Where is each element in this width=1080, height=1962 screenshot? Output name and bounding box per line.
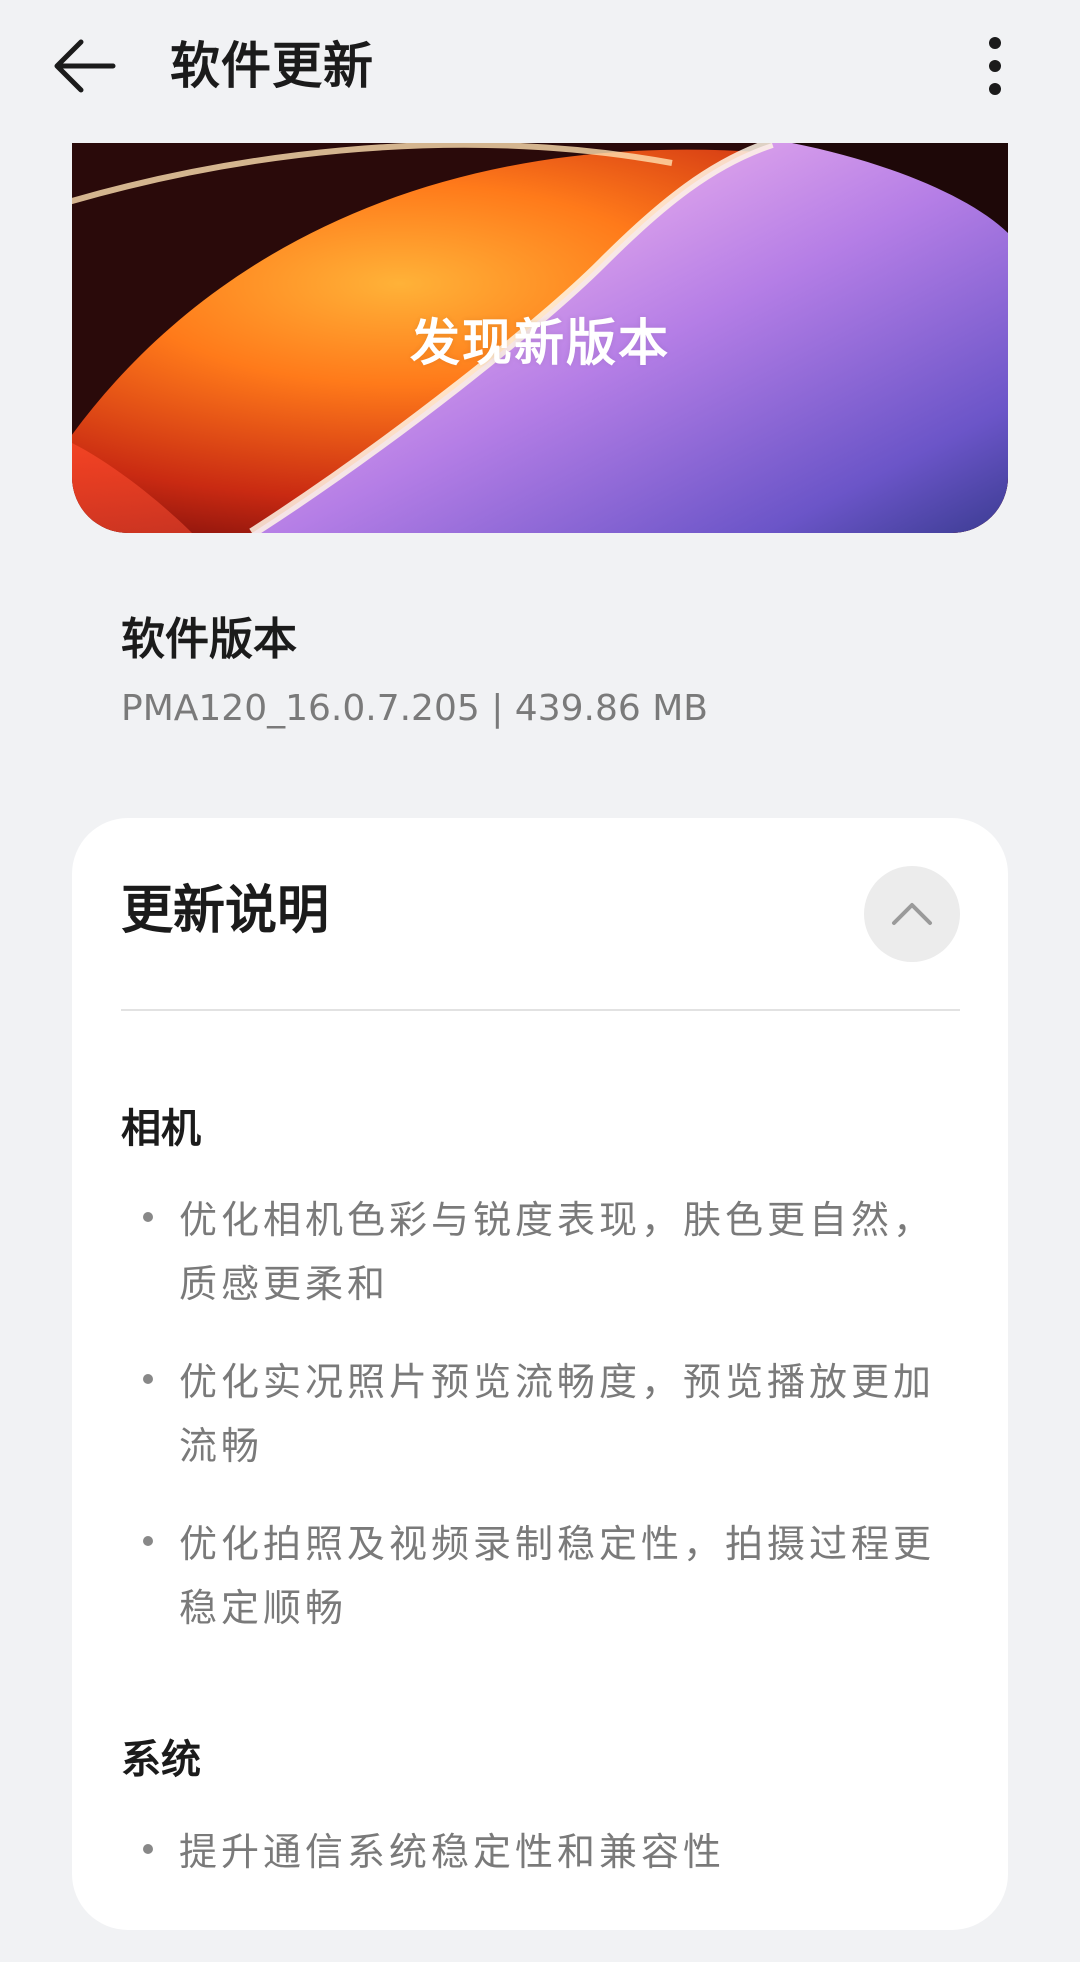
release-notes-title: 更新说明	[121, 881, 330, 941]
section-title-camera: 相机	[121, 1106, 201, 1152]
collapse-button[interactable]	[864, 866, 960, 962]
section-title-system: 系统	[121, 1737, 201, 1783]
chevron-up-icon	[892, 903, 932, 925]
new-version-banner: 发现新版本	[72, 143, 1008, 533]
list-item-text: 提升通信系统稳定性和兼容性	[179, 1830, 726, 1874]
bullet-dot	[143, 1844, 153, 1854]
more-options-button[interactable]	[970, 30, 1020, 102]
list-item-text: 优化实况照片预览流畅度，预览播放更加流畅	[179, 1360, 936, 1468]
software-version-value: PMA120_16.0.7.205 | 439.86 MB	[121, 688, 708, 729]
list-item-text: 优化相机色彩与锐度表现，肤色更自然，质感更柔和	[179, 1198, 936, 1306]
app-bar: 软件更新	[0, 0, 1080, 140]
list-item: 优化拍照及视频录制稳定性，拍摄过程更稳定顺畅	[121, 1512, 971, 1640]
arrow-left-icon	[54, 39, 116, 93]
banner-title: 发现新版本	[410, 314, 670, 372]
bullet-dot	[143, 1374, 153, 1384]
divider	[121, 1009, 960, 1011]
more-vertical-icon	[989, 37, 1001, 95]
page-title: 软件更新	[170, 37, 374, 95]
release-notes-card: 更新说明 相机 优化相机色彩与锐度表现，肤色更自然，质感更柔和 优化实况照片预览…	[72, 818, 1008, 1930]
bullet-dot	[143, 1536, 153, 1546]
list-item: 优化实况照片预览流畅度，预览播放更加流畅	[121, 1350, 971, 1478]
software-version-label: 软件版本	[121, 614, 297, 665]
back-button[interactable]	[44, 30, 124, 102]
list-item: 提升通信系统稳定性和兼容性	[121, 1820, 971, 1884]
bullet-dot	[143, 1212, 153, 1222]
list-item: 优化相机色彩与锐度表现，肤色更自然，质感更柔和	[121, 1188, 971, 1316]
list-item-text: 优化拍照及视频录制稳定性，拍摄过程更稳定顺畅	[179, 1522, 936, 1630]
